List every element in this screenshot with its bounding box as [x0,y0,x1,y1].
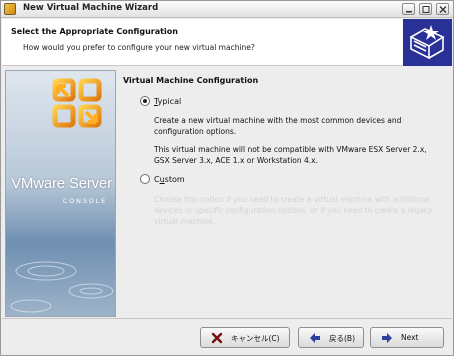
side-banner: VMware Server CONSOLE [5,70,116,317]
vmware-logo-icon [10,78,114,313]
custom-label[interactable]: Custom [154,175,185,184]
next-button[interactable]: Next [370,327,444,348]
brand-name: VMware Server [11,175,112,192]
minimize-icon [406,11,412,13]
page-subtitle: How would you prefer to configure your n… [23,43,255,52]
section-title: Virtual Machine Configuration [123,76,259,85]
arrow-right-icon [382,333,392,343]
typical-radio[interactable] [140,96,150,106]
brand-subtitle: CONSOLE [62,197,107,205]
typical-label[interactable]: Typical [154,97,181,106]
typical-compatibility-note: This virtual machine will not be compati… [154,145,427,165]
minimize-button[interactable] [402,3,415,15]
app-icon [4,3,16,15]
maximize-button[interactable] [419,3,432,15]
arrow-left-icon [310,333,320,343]
typical-description: Create a new virtual machine with the mo… [154,116,402,136]
custom-description: Choose this option if you need to create… [154,195,433,226]
cancel-button[interactable]: キャンセル(C) [200,327,290,348]
cancel-x-icon [211,332,223,344]
new-vm-wizard-icon [403,19,452,66]
back-button[interactable]: 戻る(B) [298,327,364,348]
wizard-header: Select the Appropriate Configuration How… [2,19,452,66]
page-title: Select the Appropriate Configuration [11,27,178,36]
wizard-window: New Virtual Machine Wizard Select the Ap… [0,0,454,356]
custom-radio[interactable] [140,174,150,184]
title-bar[interactable]: New Virtual Machine Wizard [1,1,453,18]
close-button[interactable] [436,3,449,15]
close-icon [439,6,447,13]
window-title: New Virtual Machine Wizard [23,3,159,13]
footer-divider [2,318,452,319]
maximize-icon [422,6,430,13]
